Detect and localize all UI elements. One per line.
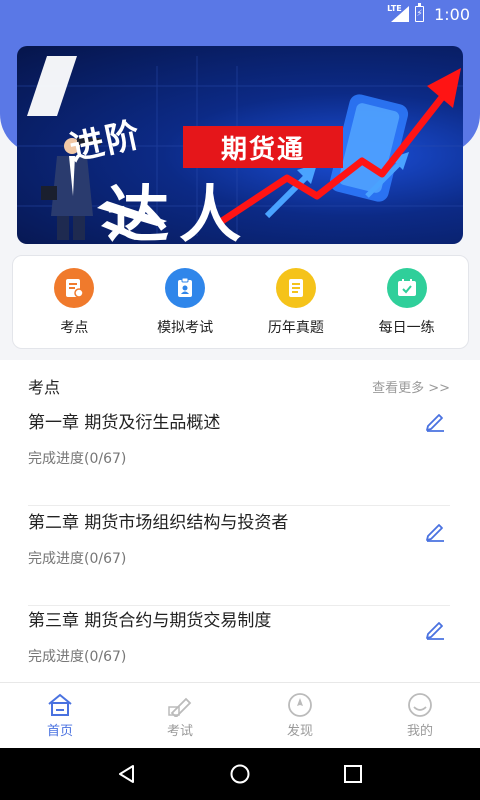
section-title: 考点 xyxy=(28,378,61,397)
chapter-title: 第二章 期货市场组织结构与投资者 xyxy=(28,513,289,533)
note-icon xyxy=(54,267,95,308)
smiley-icon xyxy=(408,692,432,717)
quick-action-mock-exam[interactable]: 模拟考试 xyxy=(135,267,235,337)
bottom-tab-bar: 首页 考试 发现 我的 xyxy=(0,682,480,748)
document-icon xyxy=(275,267,316,308)
edit-icon[interactable] xyxy=(424,618,446,640)
pen-icon xyxy=(168,697,192,717)
exam-points-section: 考点 查看更多 >> 第一章 期货及衍生品概述 完成进度(0/67) 第二章 期… xyxy=(0,360,480,682)
section-header: 考点 查看更多 >> xyxy=(28,374,450,398)
quick-actions: 考点 模拟考试 历年真题 每日一练 xyxy=(12,255,469,349)
tab-exam[interactable]: 考试 xyxy=(140,693,220,739)
home-circle-icon[interactable] xyxy=(229,763,251,785)
tab-home[interactable]: 首页 xyxy=(20,693,100,739)
promo-banner[interactable]: 进阶 期货通 达人 xyxy=(17,46,463,244)
banner-tag: 期货通 xyxy=(183,126,343,168)
signal-icon: LTE xyxy=(387,4,410,22)
quick-action-exam-points[interactable]: 考点 xyxy=(24,267,124,337)
chapter-item[interactable]: 第一章 期货及衍生品概述 完成进度(0/67) xyxy=(28,408,450,506)
view-more-link[interactable]: 查看更多 >> xyxy=(372,377,450,396)
edit-icon[interactable] xyxy=(424,410,446,432)
banner-headline-2: 达人 xyxy=(107,178,252,244)
network-type: LTE xyxy=(387,4,402,13)
chapter-title: 第三章 期货合约与期货交易制度 xyxy=(28,611,272,631)
chapter-progress: 完成进度(0/67) xyxy=(28,551,127,567)
calendar-check-icon xyxy=(386,267,427,308)
clipboard-user-icon xyxy=(165,267,206,308)
back-icon[interactable] xyxy=(116,763,138,785)
clock: 1:00 xyxy=(434,4,470,24)
tab-mine[interactable]: 我的 xyxy=(380,692,460,739)
chapter-title: 第一章 期货及衍生品概述 xyxy=(28,413,221,433)
battery-icon: ⚡ xyxy=(415,3,425,22)
recents-icon[interactable] xyxy=(342,763,364,785)
system-navigation-bar xyxy=(0,748,480,800)
compass-icon xyxy=(288,692,312,717)
chapter-item[interactable]: 第二章 期货市场组织结构与投资者 完成进度(0/67) xyxy=(28,508,450,606)
quick-action-daily-practice[interactable]: 每日一练 xyxy=(357,267,457,337)
status-bar: LTE ⚡ 1:00 xyxy=(0,0,480,28)
chapter-progress: 完成进度(0/67) xyxy=(28,451,127,467)
tab-discover[interactable]: 发现 xyxy=(260,692,340,739)
home-icon xyxy=(48,693,72,716)
quick-action-past-papers[interactable]: 历年真题 xyxy=(246,267,346,337)
edit-icon[interactable] xyxy=(424,520,446,542)
chapter-progress: 完成进度(0/67) xyxy=(28,649,127,665)
